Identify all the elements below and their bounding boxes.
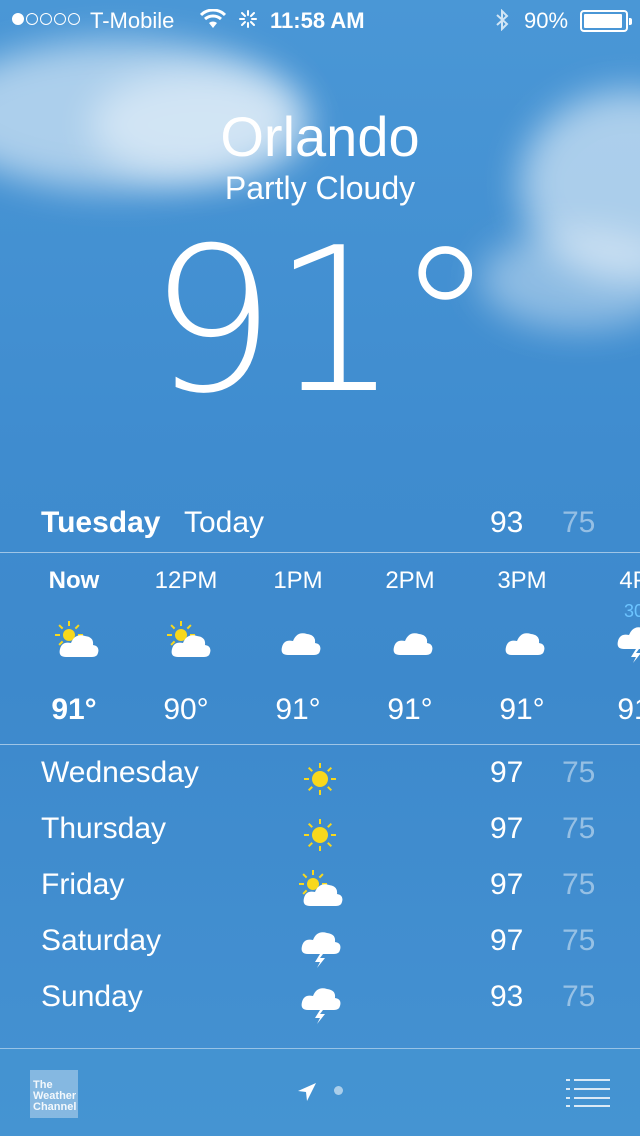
battery-icon: [580, 10, 632, 32]
day-high: 97: [490, 924, 524, 957]
day-low: 75: [562, 868, 596, 901]
precip-chance: 30: [623, 601, 640, 621]
list-icon[interactable]: [566, 1078, 610, 1108]
bluetooth-icon: [496, 9, 509, 31]
day-low: 75: [562, 812, 596, 845]
hour-temp: 91: [617, 693, 640, 726]
hour-temp: 91°: [51, 693, 97, 726]
hour-temp: 90°: [163, 693, 209, 726]
status-bar: T-Mobile 11:58 AM 90%: [0, 0, 640, 40]
day-name: Friday: [41, 868, 125, 901]
today-summary: Tuesday Today 93 75: [0, 506, 640, 546]
hour-temp: 91°: [387, 693, 433, 726]
day-low: 75: [562, 980, 596, 1013]
hour-temp: 91°: [275, 693, 321, 726]
daily-row: Saturday 97 75: [0, 920, 640, 976]
hour-label: 3PM: [497, 567, 547, 594]
cloud-icon: [502, 621, 550, 661]
sun-icon: [298, 814, 346, 856]
hour-label: Now: [48, 567, 100, 594]
battery-percent: 90%: [524, 8, 569, 33]
day-name: Saturday: [41, 924, 162, 957]
thunderstorm-icon: [614, 621, 640, 663]
daily-row: Friday 97 75: [0, 864, 640, 920]
day-high: 93: [490, 980, 524, 1013]
day-low: 75: [562, 924, 596, 957]
day-high: 97: [490, 868, 524, 901]
thunderstorm-icon: [298, 982, 346, 1024]
page-indicator-dot[interactable]: [334, 1086, 343, 1095]
city-name: Orlando: [220, 105, 420, 168]
partly-cloudy-icon: [166, 621, 214, 661]
partly-cloudy-icon: [54, 621, 102, 661]
today-high: 93: [490, 506, 524, 539]
daily-row: Sunday 93 75: [0, 976, 640, 1032]
today-low: 75: [562, 506, 596, 539]
activity-spinner-icon: [239, 10, 257, 28]
carrier-name: T-Mobile: [90, 8, 175, 33]
hour-label: 4P: [619, 567, 640, 594]
clock: 11:58 AM: [270, 8, 365, 33]
bottom-toolbar: The Weather Channel: [0, 1048, 640, 1136]
location-arrow-icon[interactable]: [296, 1081, 318, 1103]
day-name: Thursday: [41, 812, 167, 845]
today-label: Today: [184, 506, 265, 539]
day-high: 97: [490, 756, 524, 789]
sun-icon: [298, 758, 346, 800]
hour-label: 1PM: [273, 567, 323, 594]
partly-cloudy-icon: [298, 870, 346, 912]
hour-label: 2PM: [385, 567, 435, 594]
cloud-icon: [390, 621, 438, 661]
day-low: 75: [562, 756, 596, 789]
thunderstorm-icon: [298, 926, 346, 968]
hour-label: 12PM: [154, 567, 218, 594]
current-temperature: 91°: [148, 205, 495, 438]
daily-row: Thursday 97 75: [0, 808, 640, 864]
divider: [0, 744, 640, 745]
cloud-icon: [278, 621, 326, 661]
weather-channel-logo[interactable]: The Weather Channel: [30, 1070, 78, 1118]
daily-row: Wednesday 97 75: [0, 752, 640, 808]
signal-strength-icon: [12, 13, 80, 25]
today-day: Tuesday: [41, 506, 161, 539]
hourly-forecast[interactable]: Now 91° 12PM 90° 1PM 91° 2PM 91° 3PM 91°…: [0, 553, 640, 743]
current-condition: Partly Cloudy: [224, 170, 416, 206]
day-high: 97: [490, 812, 524, 845]
hour-temp: 91°: [499, 693, 545, 726]
day-name: Wednesday: [41, 756, 199, 789]
day-name: Sunday: [41, 980, 143, 1013]
wifi-icon: [200, 9, 226, 28]
